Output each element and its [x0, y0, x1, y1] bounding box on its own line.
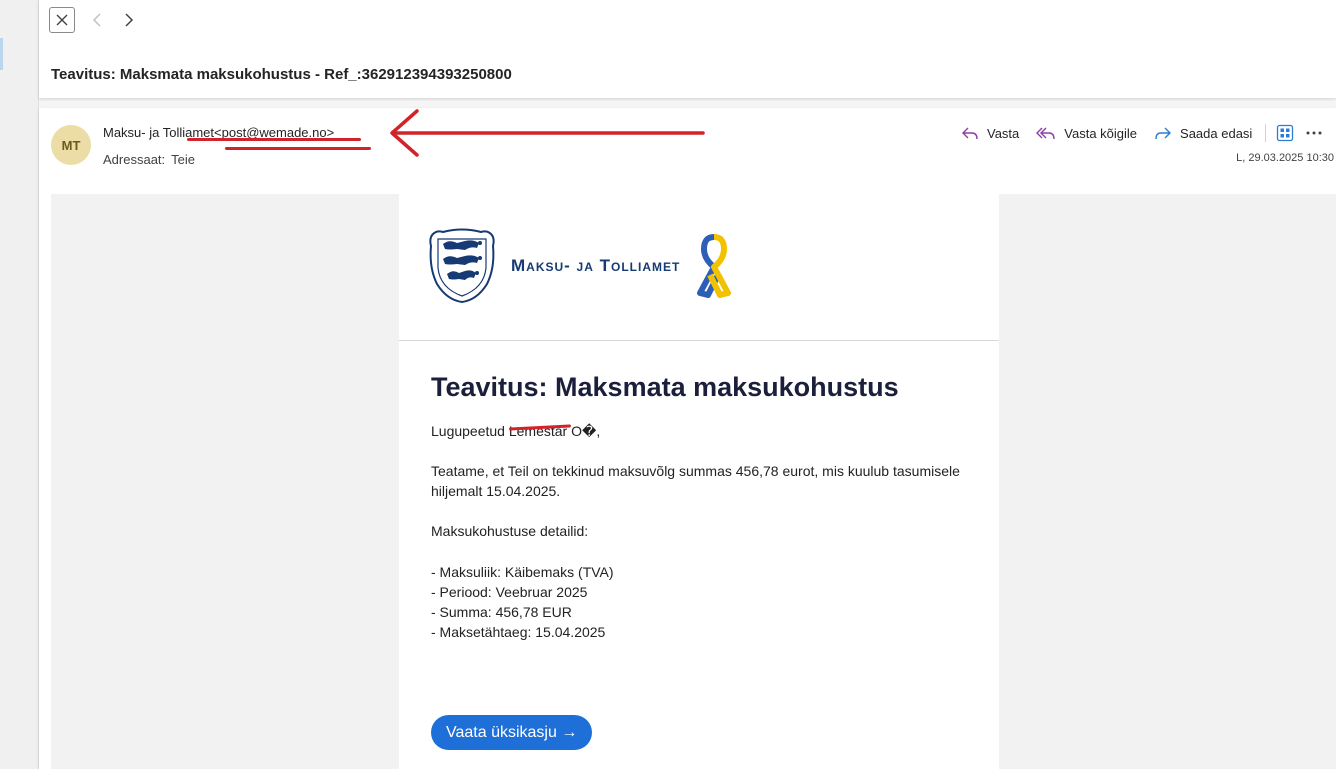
- red-underline-annotation-2: [225, 147, 371, 150]
- organization-name: Maksu- ja Tolliamet: [511, 256, 681, 275]
- previous-message-button[interactable]: [87, 9, 107, 31]
- email-content: Maksu- ja Tolliamet Teavitus: Maksmata m…: [399, 194, 999, 769]
- details-list: - Maksuliik: Käibemaks (TVA) - Periood: …: [431, 562, 971, 642]
- red-arrow-annotation: [390, 109, 705, 157]
- apps-icon: [1277, 124, 1294, 142]
- view-details-button[interactable]: Vaata üksikasju →: [431, 715, 593, 750]
- apps-button[interactable]: [1276, 124, 1294, 142]
- header-divider: [399, 340, 999, 341]
- reading-pane-header: Teavitus: Maksmata maksukohustus - Ref_:…: [39, 0, 1336, 98]
- forward-label: Saada edasi: [1180, 125, 1253, 141]
- notice-paragraph: Teatame, et Teil on tekkinud maksuvõlg s…: [431, 463, 960, 499]
- forward-icon: [1155, 127, 1172, 140]
- recipient-label: Adressaat:: [103, 152, 166, 167]
- message-date: L, 29.03.2025 10:30: [1236, 152, 1334, 164]
- reply-all-icon: [1036, 127, 1055, 140]
- greeting-text: Lugupeetud Lemestar O�,: [431, 423, 601, 439]
- detail-item: - Maksuliik: Käibemaks (TVA): [431, 564, 614, 580]
- more-actions-button[interactable]: [1306, 131, 1326, 135]
- detail-item: - Maksetähtaeg: 15.04.2025: [431, 624, 606, 640]
- message-subject: Teavitus: Maksmata maksukohustus - Ref_:…: [51, 66, 512, 83]
- reply-icon: [962, 127, 978, 140]
- close-button[interactable]: [49, 7, 75, 33]
- rail-selection-marker: [0, 38, 3, 70]
- email-heading: Teavitus: Maksmata maksukohustus: [431, 372, 899, 402]
- detail-item: - Summa: 456,78 EUR: [431, 604, 572, 620]
- sender-avatar[interactable]: MT: [51, 125, 91, 165]
- back-icon: [92, 13, 101, 27]
- reply-all-button[interactable]: Vasta kõigile: [1036, 125, 1137, 141]
- details-heading: Maksukohustuse detailid:: [431, 523, 589, 539]
- next-message-button[interactable]: [119, 9, 139, 31]
- brand-header: Maksu- ja Tolliamet: [427, 226, 734, 306]
- close-icon: [56, 14, 68, 26]
- reply-label: Vasta: [987, 125, 1020, 141]
- recipient-value[interactable]: Teie: [171, 152, 195, 167]
- recipient-line: Adressaat: Teie: [103, 152, 195, 167]
- red-underline-annotation: [187, 138, 361, 141]
- reply-all-label: Vasta kõigile: [1064, 125, 1138, 141]
- detail-item: - Periood: Veebruar 2025: [431, 584, 588, 600]
- reply-button[interactable]: Vasta: [961, 125, 1019, 141]
- coat-of-arms-icon: [429, 228, 495, 304]
- left-rail: [0, 0, 39, 769]
- message-actions: Vasta Vasta kõigile Saada edasi: [961, 122, 1326, 144]
- forward-button[interactable]: Saada edasi: [1154, 125, 1252, 141]
- toolbar-divider: [1265, 124, 1267, 142]
- more-icon: [1306, 131, 1322, 135]
- forward-nav-icon: [125, 13, 134, 27]
- ukraine-ribbon-icon: [697, 234, 732, 298]
